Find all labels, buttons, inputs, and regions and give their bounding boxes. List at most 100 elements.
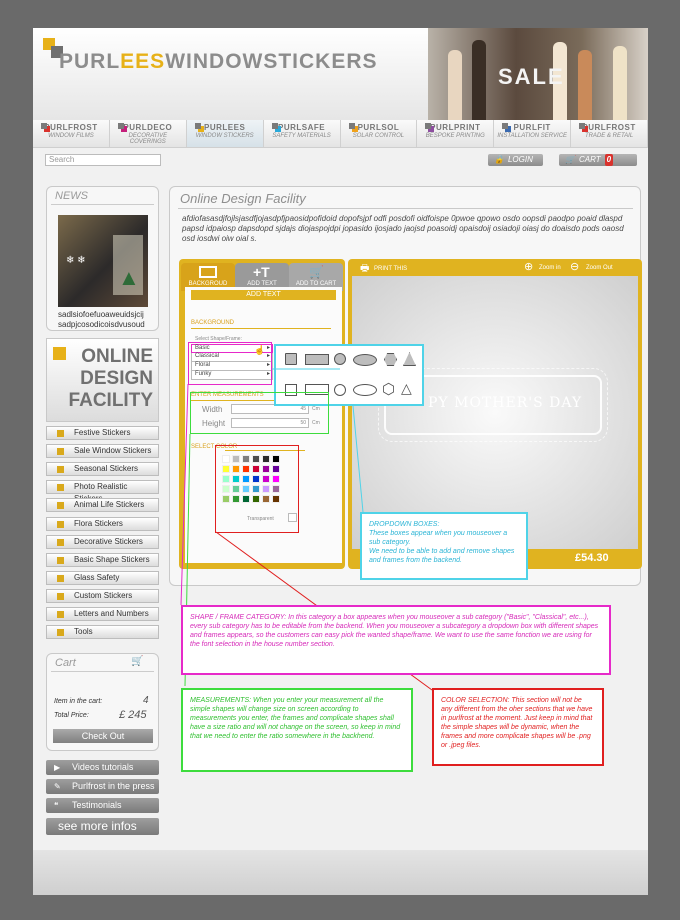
- tab-subtitle: DECORATIVE COVERINGS: [128, 133, 168, 145]
- bullet-icon: [57, 556, 64, 564]
- add-text-bar[interactable]: ADD TEXT: [191, 290, 336, 300]
- rectangle-shape-icon[interactable]: [305, 354, 329, 365]
- news-image[interactable]: ❄ ❄ ▲: [58, 215, 148, 307]
- triangle-shape-icon[interactable]: [403, 352, 416, 366]
- shape-frame-category-note: SHAPE / FRAME CATEGORY: In this category…: [181, 605, 611, 675]
- tab-subtitle: TRADE & RETAIL: [584, 133, 634, 139]
- bullet-icon: [57, 520, 64, 528]
- tab-purlees-2[interactable]: PURLEES WINDOW STICKERS: [186, 120, 264, 147]
- tab-square-icon: [41, 123, 47, 129]
- see-more-infos-button[interactable]: see more infos: [46, 818, 159, 835]
- page-title: Online Design Facility: [180, 191, 306, 206]
- measurements-highlight: [190, 392, 329, 434]
- menu-item[interactable]: Custom Stickers: [46, 588, 159, 603]
- hexagon-frame-icon[interactable]: ⬡: [382, 380, 395, 398]
- tab-purlfit-6[interactable]: PURLFIT INSTALLATION SERVICE: [494, 120, 572, 147]
- zoom-out-button[interactable]: Zoom Out: [586, 265, 613, 271]
- zoom-out-icon[interactable]: ⊖: [570, 260, 579, 273]
- zoom-in-button[interactable]: Zoom in: [539, 265, 561, 271]
- background-heading: BACKGROUND: [191, 320, 235, 326]
- total-price-value: £ 245: [119, 709, 147, 721]
- checkout-button[interactable]: Check Out: [53, 729, 153, 743]
- tab-square-icon: [502, 123, 509, 129]
- tab-purlfrost-7[interactable]: PURLFROST TRADE & RETAIL: [571, 120, 648, 147]
- color-selection-note: COLOR SELECTION: This section will not b…: [432, 688, 604, 766]
- tab-square-icon: [117, 123, 124, 129]
- design-text[interactable]: PY MOTHER'S DAY: [428, 395, 582, 411]
- tab-subtitle: WINDOW FILMS: [48, 133, 94, 139]
- tab-subtitle: INSTALLATION SERVICE: [497, 133, 568, 139]
- bullet-icon: [57, 484, 64, 492]
- ellipse-frame-icon[interactable]: [353, 384, 377, 396]
- dropdown-boxes-note: DROPDOWN BOXES: These boxes appear when …: [360, 512, 528, 580]
- tab-square-icon: [194, 123, 201, 129]
- items-value: 4: [143, 695, 149, 706]
- circle-shape-icon[interactable]: [334, 353, 346, 365]
- brand-logo[interactable]: PURLEESWINDOWSTICKERS: [59, 50, 378, 74]
- testimonials-button[interactable]: ❝ Testimonials: [46, 798, 159, 813]
- bullet-icon: [57, 574, 64, 582]
- menu-item[interactable]: Seasonal Stickers: [46, 462, 159, 477]
- login-button[interactable]: 🔒 LOGIN: [488, 154, 543, 166]
- tab-square-icon: [425, 123, 432, 129]
- items-label: Item in the cart:: [54, 698, 103, 705]
- menu-item[interactable]: Decorative Stickers: [46, 534, 159, 549]
- online-design-facility-logo[interactable]: ONLINE DESIGN FACILITY: [46, 338, 159, 422]
- triangle-frame-icon[interactable]: △: [401, 380, 412, 397]
- circle-frame-icon[interactable]: [334, 384, 346, 396]
- menu-item[interactable]: Sale Window Stickers: [46, 444, 159, 459]
- tab-purlprint-5[interactable]: PURLPRINT BESPOKE PRINTING: [417, 120, 495, 147]
- cart-icon: 🛒: [565, 155, 575, 164]
- bullet-icon: [57, 430, 64, 437]
- search-input[interactable]: Search: [45, 154, 161, 166]
- design-preview[interactable]: PY MOTHER'S DAY: [352, 276, 638, 549]
- page-footer: [33, 850, 648, 895]
- videos-tutorials-button[interactable]: ▶ Videos tutorials: [46, 760, 159, 775]
- video-icon: ▶: [54, 763, 61, 772]
- menu-item[interactable]: Glass Safety: [46, 570, 159, 585]
- intro-text: afdiofasasdjfojlsjasdfjojasdpfjpaosidpof…: [182, 214, 624, 243]
- main-nav: PURLFROST WINDOW FILMS PURLDECO DECORATIVE …: [33, 120, 648, 148]
- ellipse-shape-icon[interactable]: [353, 354, 377, 366]
- menu-item[interactable]: Flora Stickers: [46, 516, 159, 531]
- tab-subtitle: SAFETY MATERIALS: [272, 133, 331, 139]
- bullet-icon: [57, 502, 64, 510]
- tab-purlfrost-0[interactable]: PURLFROST WINDOW FILMS: [33, 120, 110, 147]
- print-this-button[interactable]: PRINT THIS: [374, 266, 407, 272]
- tab-square-icon: [271, 123, 278, 129]
- hexagon-shape-icon[interactable]: [384, 353, 397, 366]
- menu-item[interactable]: Basic Shape Stickers: [46, 552, 159, 567]
- bullet-icon: [57, 448, 64, 456]
- design-price: £54.30: [575, 552, 609, 564]
- tab-purlsol-4[interactable]: PURLSOL SOLAR CONTROL: [340, 120, 418, 147]
- speech-icon: ❝: [54, 801, 59, 810]
- total-price-label: Total Price:: [54, 712, 89, 719]
- zoom-in-icon[interactable]: ⊕: [524, 260, 533, 273]
- bullet-icon: [57, 611, 64, 618]
- menu-item[interactable]: Tools: [46, 625, 159, 640]
- tab-subtitle: BESPOKE PRINTING: [425, 133, 485, 139]
- bullet-icon: [57, 592, 64, 600]
- hero-sale-text: SALE: [498, 64, 565, 89]
- news-text: sadlsiofoefuoaweuidsjcij sadpjcosodicoisd…: [58, 310, 145, 329]
- tab-purldeco-1[interactable]: PURLDECO DECORATIVE COVERINGS: [109, 120, 187, 147]
- tab-subtitle: SOLAR CONTROL: [352, 133, 405, 139]
- menu-item[interactable]: Animal Life Stickers: [46, 498, 159, 513]
- tab-square-icon: [348, 123, 355, 129]
- cart-box: Cart 🛒 Item in the cart: 4 Total Price: …: [46, 653, 159, 751]
- shape-category-highlight: [188, 342, 272, 385]
- site-header: PURLEESWINDOWSTICKERS SALE: [33, 28, 648, 120]
- square-shape-icon[interactable]: [285, 353, 297, 365]
- page: PURLEESWINDOWSTICKERS SALE PURLFROST WIND…: [33, 28, 648, 895]
- menu-item[interactable]: Photo Realistic Stickers: [46, 480, 159, 503]
- cart-icon: 🛒: [131, 656, 144, 667]
- menu-item[interactable]: Letters and Numbers: [46, 607, 159, 621]
- cart-button[interactable]: 🛒 CART 0: [559, 154, 637, 166]
- tab-purlsafe-3[interactable]: PURLSAFE SAFETY MATERIALS: [263, 120, 341, 147]
- news-title: NEWS: [55, 190, 88, 202]
- measurements-note: MEASUREMENTS: When you enter your measur…: [181, 688, 413, 772]
- menu-item[interactable]: Festive Stickers: [46, 426, 159, 440]
- press-button[interactable]: ✎ Purlfrost in the press: [46, 779, 159, 794]
- frame-icon: [199, 266, 217, 278]
- hero-image: SALE: [428, 28, 648, 120]
